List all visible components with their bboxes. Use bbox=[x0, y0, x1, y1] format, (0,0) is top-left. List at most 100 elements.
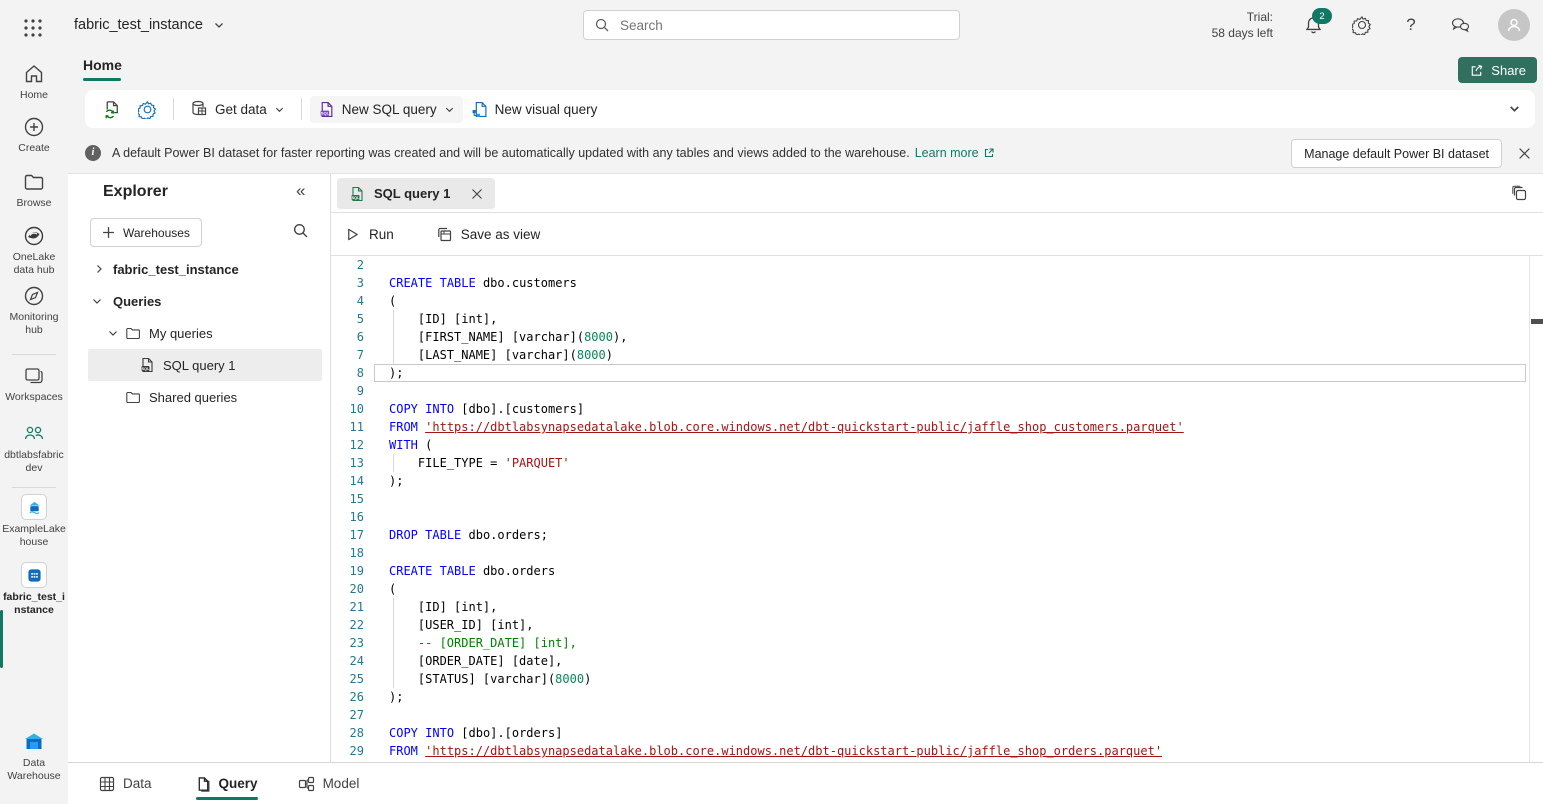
code-line-5[interactable]: 5 [ID] [int], bbox=[331, 310, 1529, 328]
rail-item-onelake-data-hub[interactable]: OneLake data hub bbox=[0, 224, 68, 277]
line-number: 11 bbox=[331, 418, 364, 436]
folder-icon bbox=[125, 389, 141, 405]
explorer-search-icon[interactable] bbox=[292, 222, 309, 239]
lakehouse-app-icon bbox=[0, 494, 68, 520]
add-warehouses-button[interactable]: Warehouses bbox=[90, 218, 202, 247]
code-text: [ID] [int], bbox=[389, 310, 497, 328]
rail-item-dbtlabsfabricdev[interactable]: dbtlabsfabricdev bbox=[0, 422, 68, 475]
rail-item-fabric-test-instance[interactable]: fabric_test_instance bbox=[0, 562, 68, 617]
settings-button[interactable] bbox=[1351, 14, 1373, 36]
code-line-27[interactable]: 27 bbox=[331, 706, 1529, 724]
search-input[interactable] bbox=[618, 17, 949, 34]
code-line-7[interactable]: 7 [LAST_NAME] [varchar](8000) bbox=[331, 346, 1529, 364]
app-launcher-icon[interactable] bbox=[22, 17, 44, 39]
tree-item-shared-queries[interactable]: Shared queries bbox=[68, 381, 330, 413]
get-data-button[interactable]: Get data bbox=[182, 95, 293, 123]
toolbar-separator bbox=[173, 98, 174, 120]
feedback-button[interactable] bbox=[1449, 14, 1471, 36]
tab-sql-query-1[interactable]: SQL SQL query 1 bbox=[337, 178, 495, 209]
code-line-18[interactable]: 18 bbox=[331, 544, 1529, 562]
code-text: ); bbox=[389, 688, 403, 706]
share-button[interactable]: Share bbox=[1458, 57, 1537, 83]
code-text: -- [ORDER_DATE] [int], bbox=[389, 634, 577, 652]
help-button[interactable]: ? bbox=[1400, 14, 1422, 36]
tree-item-my-queries[interactable]: My queries bbox=[68, 317, 330, 349]
new-visual-query-button[interactable]: New visual query bbox=[463, 96, 606, 123]
code-line-6[interactable]: 6 [FIRST_NAME] [varchar](8000), bbox=[331, 328, 1529, 346]
code-line-12[interactable]: 12WITH ( bbox=[331, 436, 1529, 454]
code-lines[interactable]: 23CREATE TABLE dbo.customers4(5 [ID] [in… bbox=[331, 256, 1529, 762]
view-tab-data[interactable]: Data bbox=[99, 763, 152, 804]
run-button[interactable]: Run bbox=[345, 227, 394, 242]
banner-message: A default Power BI dataset for faster re… bbox=[112, 146, 910, 160]
settings-toolbar-button[interactable] bbox=[130, 95, 165, 124]
code-line-15[interactable]: 15 bbox=[331, 490, 1529, 508]
code-line-8[interactable]: 8); bbox=[331, 364, 1529, 382]
plus-icon bbox=[102, 226, 115, 239]
code-line-25[interactable]: 25 [STATUS] [varchar](8000) bbox=[331, 670, 1529, 688]
rail-item-home[interactable]: Home bbox=[0, 62, 68, 102]
tab-close-icon[interactable] bbox=[471, 188, 483, 200]
line-number: 5 bbox=[331, 310, 364, 328]
code-line-22[interactable]: 22 [USER_ID] [int], bbox=[331, 616, 1529, 634]
rail-item-monitoring-hub[interactable]: Monitoring hub bbox=[0, 284, 68, 337]
tree-item-sql-query-1[interactable]: SQL SQL query 1 bbox=[88, 349, 322, 381]
left-nav-rail: Home Create Browse OneLake data hub Moni… bbox=[0, 50, 68, 804]
code-line-28[interactable]: 28COPY INTO [dbo].[orders] bbox=[331, 724, 1529, 742]
banner-close-icon[interactable] bbox=[1514, 143, 1534, 163]
line-number: 6 bbox=[331, 328, 364, 346]
save-as-view-button[interactable]: Save as view bbox=[436, 226, 541, 242]
copy-icon[interactable] bbox=[1510, 184, 1528, 202]
code-line-3[interactable]: 3CREATE TABLE dbo.customers bbox=[331, 274, 1529, 292]
line-number: 3 bbox=[331, 274, 364, 292]
code-line-20[interactable]: 20( bbox=[331, 580, 1529, 598]
code-line-26[interactable]: 26); bbox=[331, 688, 1529, 706]
manage-default-dataset-button[interactable]: Manage default Power BI dataset bbox=[1291, 139, 1502, 168]
line-number: 7 bbox=[331, 346, 364, 364]
code-line-11[interactable]: 11FROM 'https://dbtlabsynapsedatalake.bl… bbox=[331, 418, 1529, 436]
rail-item-create[interactable]: Create bbox=[0, 115, 68, 155]
home-icon bbox=[0, 62, 68, 86]
tab-label: SQL query 1 bbox=[374, 186, 450, 201]
database-icon bbox=[190, 100, 208, 118]
code-line-2[interactable]: 2 bbox=[331, 256, 1529, 274]
collapse-explorer-icon[interactable]: « bbox=[296, 181, 305, 201]
new-report-button[interactable] bbox=[95, 95, 130, 124]
code-line-19[interactable]: 19CREATE TABLE dbo.orders bbox=[331, 562, 1529, 580]
code-line-14[interactable]: 14); bbox=[331, 472, 1529, 490]
account-avatar[interactable] bbox=[1498, 9, 1530, 41]
view-tab-query[interactable]: Query bbox=[196, 763, 258, 804]
code-line-13[interactable]: 13 FILE_TYPE = 'PARQUET' bbox=[331, 454, 1529, 472]
rail-item-data-warehouse[interactable]: Data Warehouse bbox=[0, 730, 68, 783]
code-line-21[interactable]: 21 [ID] [int], bbox=[331, 598, 1529, 616]
line-number: 16 bbox=[331, 508, 364, 526]
code-line-9[interactable]: 9 bbox=[331, 382, 1529, 400]
code-line-16[interactable]: 16 bbox=[331, 508, 1529, 526]
scrollbar-thumb[interactable] bbox=[1531, 319, 1543, 324]
tree-item-queries[interactable]: Queries bbox=[68, 285, 330, 317]
plus-circle-icon bbox=[0, 115, 68, 139]
rail-item-examplelakehouse[interactable]: ExampleLakehouse bbox=[0, 494, 68, 549]
data-warehouse-icon bbox=[0, 730, 68, 754]
code-line-17[interactable]: 17DROP TABLE dbo.orders; bbox=[331, 526, 1529, 544]
learn-more-link[interactable]: Learn more bbox=[915, 146, 995, 160]
folder-icon bbox=[125, 325, 141, 341]
rail-item-browse[interactable]: Browse bbox=[0, 170, 68, 210]
play-icon bbox=[345, 227, 360, 242]
code-text: ( bbox=[389, 292, 396, 310]
code-line-10[interactable]: 10COPY INTO [dbo].[customers] bbox=[331, 400, 1529, 418]
notifications-button[interactable]: 2 bbox=[1302, 14, 1324, 36]
code-line-24[interactable]: 24 [ORDER_DATE] [date], bbox=[331, 652, 1529, 670]
view-tab-model[interactable]: Model bbox=[298, 763, 360, 804]
tab-home[interactable]: Home bbox=[83, 57, 122, 73]
rail-item-workspaces[interactable]: Workspaces bbox=[0, 364, 68, 404]
code-line-29[interactable]: 29FROM 'https://dbtlabsynapsedatalake.bl… bbox=[331, 742, 1529, 760]
new-sql-query-button[interactable]: SQL New SQL query bbox=[310, 96, 463, 123]
code-text: ( bbox=[389, 580, 396, 598]
gear-blue-icon bbox=[138, 100, 157, 119]
tree-item-warehouse[interactable]: fabric_test_instance bbox=[68, 253, 330, 285]
collapse-ribbon-button[interactable] bbox=[1508, 102, 1521, 115]
code-line-4[interactable]: 4( bbox=[331, 292, 1529, 310]
workspace-switcher[interactable]: fabric_test_instance bbox=[74, 0, 225, 50]
code-line-23[interactable]: 23 -- [ORDER_DATE] [int], bbox=[331, 634, 1529, 652]
